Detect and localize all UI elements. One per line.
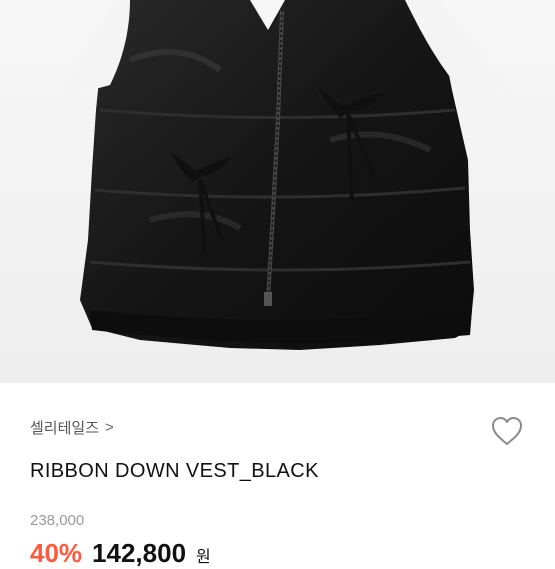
- product-title: RIBBON DOWN VEST_BLACK: [30, 460, 319, 482]
- product-image[interactable]: [0, 0, 555, 383]
- heart-outline-icon: [492, 417, 522, 445]
- vest-illustration: [0, 0, 555, 383]
- currency-label: 원: [196, 549, 211, 566]
- discount-rate: 40%: [30, 538, 83, 568]
- chevron-right-icon: >: [105, 419, 114, 436]
- price-row: 40% 142,800 원: [30, 538, 211, 569]
- original-price: 238,000: [30, 512, 85, 529]
- sale-price: 142,800: [92, 538, 187, 568]
- wishlist-button[interactable]: [488, 412, 526, 450]
- brand-link[interactable]: 셀리테일즈 >: [30, 417, 114, 438]
- brand-name: 셀리테일즈: [30, 420, 100, 437]
